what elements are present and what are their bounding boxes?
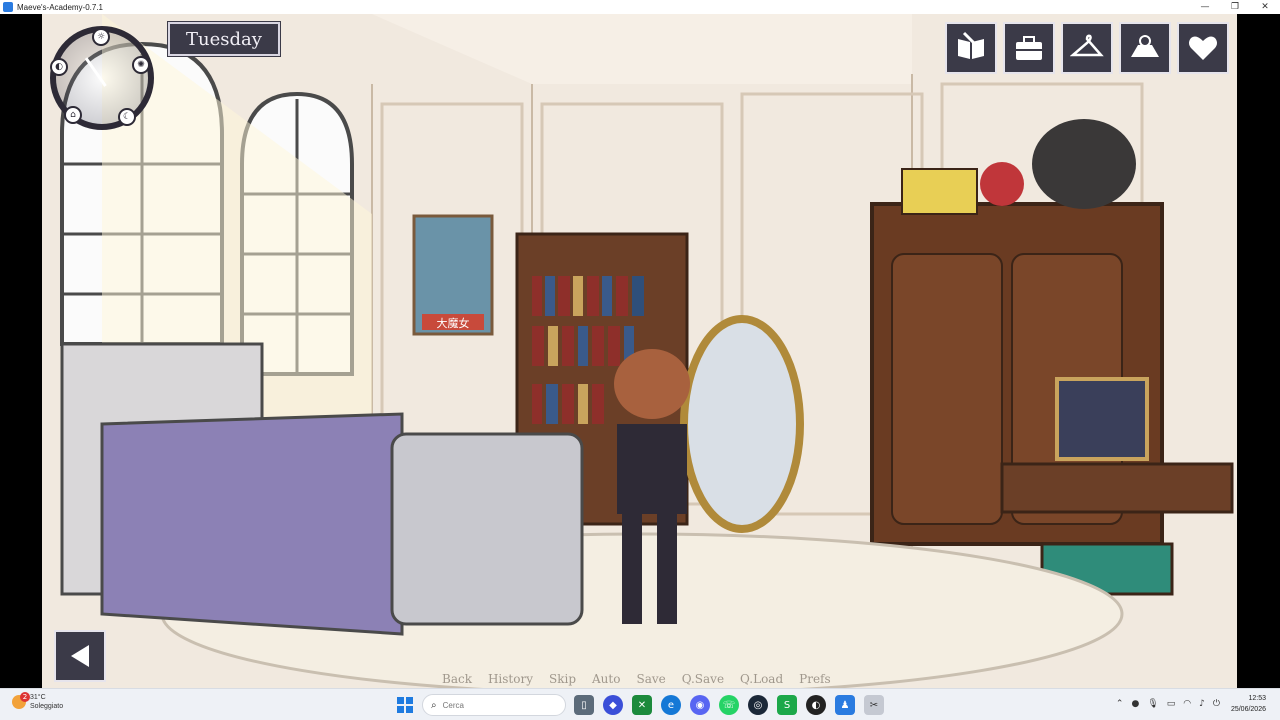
app-icon (3, 2, 13, 12)
map-button[interactable] (1119, 22, 1171, 74)
weather-widget[interactable]: 2 31°C Soleggiato (12, 692, 64, 711)
battery-icon[interactable]: ▭ (1167, 699, 1176, 709)
edge-icon[interactable]: e (661, 695, 681, 715)
home-icon: ⌂ (64, 106, 82, 124)
wardrobe-button[interactable] (1061, 22, 1113, 74)
window-title: Maeve's-Academy-0.7.1 (17, 2, 104, 12)
game-app-icon[interactable]: ♟ (835, 695, 855, 715)
volume-icon[interactable]: ♪ (1199, 699, 1205, 709)
back-button[interactable] (54, 630, 106, 682)
game-viewport[interactable]: 大魔女 ☼ ✺ ◐ ⌂ ☾ Tuesday Back History Skip … (42, 14, 1237, 688)
sun-icon: 2 (12, 692, 30, 709)
start-button[interactable] (397, 697, 413, 713)
power-icon[interactable]: ⏻ (1213, 699, 1220, 709)
relationships-button[interactable] (1177, 22, 1229, 74)
notification-badge: 2 (20, 692, 30, 702)
journal-button[interactable] (945, 22, 997, 74)
quick-menu-skip[interactable]: Skip (549, 672, 576, 686)
window-titlebar: Maeve's-Academy-0.7.1 — ❐ ✕ (0, 0, 1280, 14)
night-icon: ◐ (50, 58, 68, 76)
journal-icon (958, 31, 984, 59)
quick-menu-history[interactable]: History (488, 672, 533, 686)
search-input[interactable] (442, 700, 543, 710)
main-menu-bar (945, 22, 1229, 74)
minimize-button[interactable]: — (1190, 0, 1220, 14)
clock-hand (84, 57, 107, 87)
quick-menu-back[interactable]: Back (442, 672, 472, 686)
pinned-apps: ▯ ◆ ✕ e ◉ ☏ ◎ S ◐ ♟ ✂ (574, 695, 884, 715)
weather-desc: Soleggiato (30, 703, 64, 710)
snipping-tool-icon[interactable]: ✂ (864, 695, 884, 715)
system-tray: ⌃ ● 🎙 ▭ ◠ ♪ ⏻ (1116, 699, 1220, 709)
briefcase-icon (1016, 36, 1042, 60)
copilot-icon[interactable]: ◆ (603, 695, 623, 715)
close-button[interactable]: ✕ (1250, 0, 1280, 14)
maximize-button[interactable]: ❐ (1220, 0, 1250, 14)
microphone-icon[interactable]: 🎙 (1147, 699, 1158, 709)
taskbar-search[interactable]: ⌕ (422, 694, 566, 716)
quick-menu-save[interactable]: Save (636, 672, 665, 686)
wifi-icon[interactable]: ◠ (1183, 699, 1191, 709)
app-s-icon[interactable]: S (777, 695, 797, 715)
taskbar-time: 12:53 (1248, 695, 1266, 702)
whatsapp-icon[interactable]: ☏ (719, 695, 739, 715)
back-arrow-icon (71, 645, 89, 667)
quick-menu: Back History Skip Auto Save Q.Save Q.Loa… (442, 672, 831, 686)
quick-menu-prefs[interactable]: Prefs (799, 672, 831, 686)
evening-icon: ☾ (118, 108, 136, 126)
hanger-icon (1070, 34, 1104, 57)
bedroom-scene: 大魔女 (42, 14, 1237, 688)
day-icon: ✺ (132, 56, 150, 74)
windows-taskbar: 2 31°C Soleggiato ⌕ ▯ ◆ ✕ e ◉ ☏ ◎ S ◐ ♟ … (0, 688, 1280, 720)
day-banner: Tuesday (167, 21, 281, 57)
chevron-up-icon[interactable]: ⌃ (1116, 699, 1124, 709)
media-app-icon[interactable]: ◐ (806, 695, 826, 715)
task-view-icon[interactable]: ▯ (574, 695, 594, 715)
map-icon (1131, 35, 1159, 57)
xbox-icon[interactable]: ✕ (632, 695, 652, 715)
discord-icon[interactable]: ◉ (690, 695, 710, 715)
taskbar-date: 25/06/2026 (1230, 706, 1266, 713)
heart-icon (1189, 36, 1217, 60)
sunrise-icon: ☼ (92, 28, 110, 46)
steam-icon[interactable]: ◎ (748, 695, 768, 715)
taskbar-clock[interactable]: 12:53 25/06/2026 (1231, 693, 1266, 715)
weather-temp: 31°C (30, 694, 46, 701)
quick-menu-auto[interactable]: Auto (592, 672, 620, 686)
quick-menu-qsave[interactable]: Q.Save (682, 672, 724, 686)
quick-menu-qload[interactable]: Q.Load (740, 672, 783, 686)
inventory-button[interactable] (1003, 22, 1055, 74)
poster-caption: 大魔女 (437, 316, 470, 330)
security-icon[interactable]: ● (1131, 699, 1139, 709)
search-icon: ⌕ (431, 699, 437, 711)
